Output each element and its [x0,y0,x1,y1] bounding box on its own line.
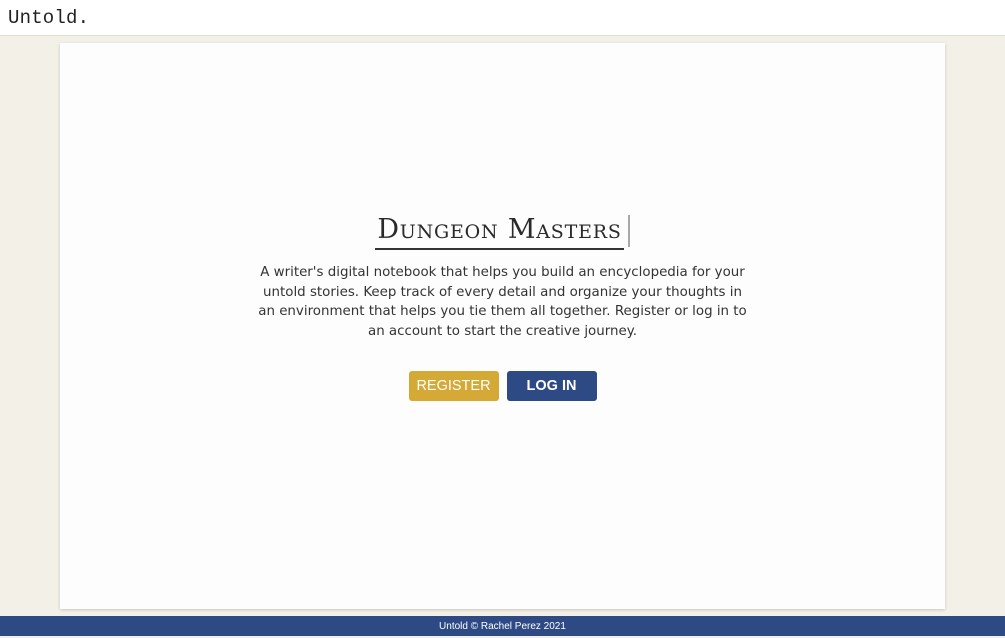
top-navbar: Untold. [0,0,1005,36]
auth-actions: REGISTER LOG IN [60,371,945,401]
title-wrap: Dungeon Masters [375,213,630,250]
login-button[interactable]: LOG IN [506,371,597,401]
main-card: Dungeon Masters A writer's digital noteb… [60,43,945,609]
register-button[interactable]: REGISTER [408,371,499,401]
hero-title: Dungeon Masters [375,213,624,250]
hero-section: Dungeon Masters A writer's digital noteb… [60,213,945,401]
brand-logo[interactable]: Untold. [8,7,89,29]
footer: Untold © Rachel Perez 2021 [0,616,1005,636]
hero-description: A writer's digital notebook that helps y… [258,265,747,339]
typing-caret [627,215,630,247]
footer-text: Untold © Rachel Perez 2021 [439,621,566,632]
